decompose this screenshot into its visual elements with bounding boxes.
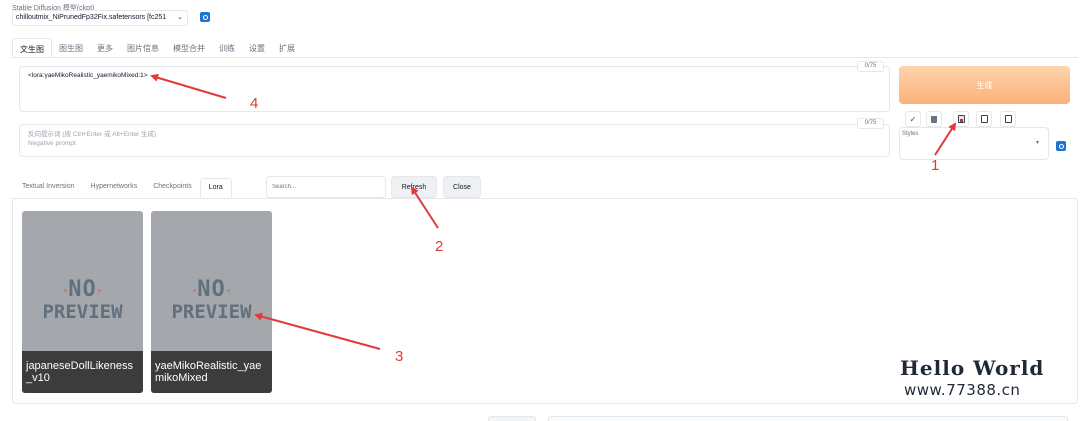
annotation-arrow-4 xyxy=(150,73,227,99)
annotation-arrow-2 xyxy=(410,186,439,229)
annotation-arrow-3 xyxy=(254,312,381,350)
annotation-number-4: 4 xyxy=(250,95,259,112)
annotation-number-1: 1 xyxy=(931,157,940,174)
annotation-arrow-1 xyxy=(934,122,957,156)
watermark-site: www.77388.cn xyxy=(904,381,1021,399)
annotation-number-2: 2 xyxy=(435,238,444,255)
annotation-number-3: 3 xyxy=(395,348,404,365)
webui-root: Stable Diffusion 模型(ckpt) chilloutmix_Ni… xyxy=(0,0,1080,421)
watermark-title: Hello World xyxy=(900,356,1045,380)
